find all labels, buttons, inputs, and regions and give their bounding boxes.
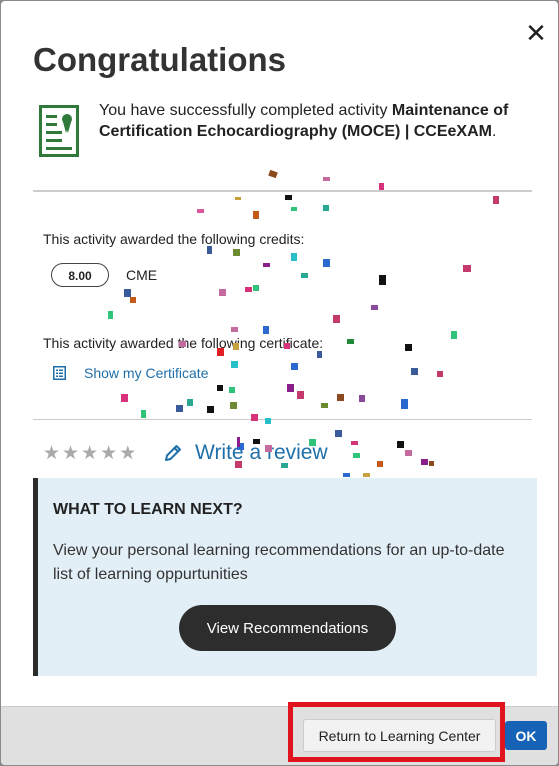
certificate-label: This activity awarded the following cert… bbox=[43, 335, 324, 351]
star-icon[interactable]: ★ bbox=[81, 443, 98, 463]
completion-message: You have successfully completed activity… bbox=[99, 100, 539, 142]
write-review-link[interactable]: Write a review bbox=[163, 441, 328, 465]
panel-accent-bar bbox=[33, 478, 38, 676]
write-review-label: Write a review bbox=[195, 441, 328, 464]
completion-prefix: You have successfully completed activity bbox=[99, 102, 392, 119]
show-certificate-label: Show my Certificate bbox=[84, 365, 209, 381]
star-icon[interactable]: ★ bbox=[119, 443, 136, 463]
show-certificate-link[interactable]: Show my Certificate bbox=[53, 365, 208, 381]
view-recommendations-button[interactable]: View Recommendations bbox=[179, 605, 396, 651]
star-rating[interactable]: ★ ★ ★ ★ ★ bbox=[43, 443, 136, 463]
pencil-icon bbox=[165, 445, 181, 461]
credit-amount-badge: 8.00 bbox=[51, 263, 109, 287]
learn-next-panel: WHAT TO LEARN NEXT? View your personal l… bbox=[33, 478, 537, 676]
congratulations-dialog: ✕ Congratulations You have successfully … bbox=[1, 1, 558, 765]
credit-type: CME bbox=[126, 267, 158, 283]
completion-suffix: . bbox=[491, 123, 497, 140]
document-icon bbox=[53, 366, 66, 380]
learn-next-description: View your personal learning recommendati… bbox=[53, 542, 505, 583]
credits-label: This activity awarded the following cred… bbox=[43, 231, 305, 247]
learn-next-heading: WHAT TO LEARN NEXT? bbox=[53, 501, 243, 518]
divider bbox=[33, 419, 532, 420]
divider bbox=[33, 190, 532, 192]
dialog-title: Congratulations bbox=[33, 41, 286, 78]
star-icon[interactable]: ★ bbox=[62, 443, 79, 463]
star-icon[interactable]: ★ bbox=[43, 443, 60, 463]
certificate-icon bbox=[39, 105, 79, 157]
ok-button[interactable]: OK bbox=[505, 721, 547, 750]
return-to-learning-center-button[interactable]: Return to Learning Center bbox=[303, 719, 496, 752]
close-icon[interactable]: ✕ bbox=[523, 21, 549, 47]
star-icon[interactable]: ★ bbox=[100, 443, 117, 463]
